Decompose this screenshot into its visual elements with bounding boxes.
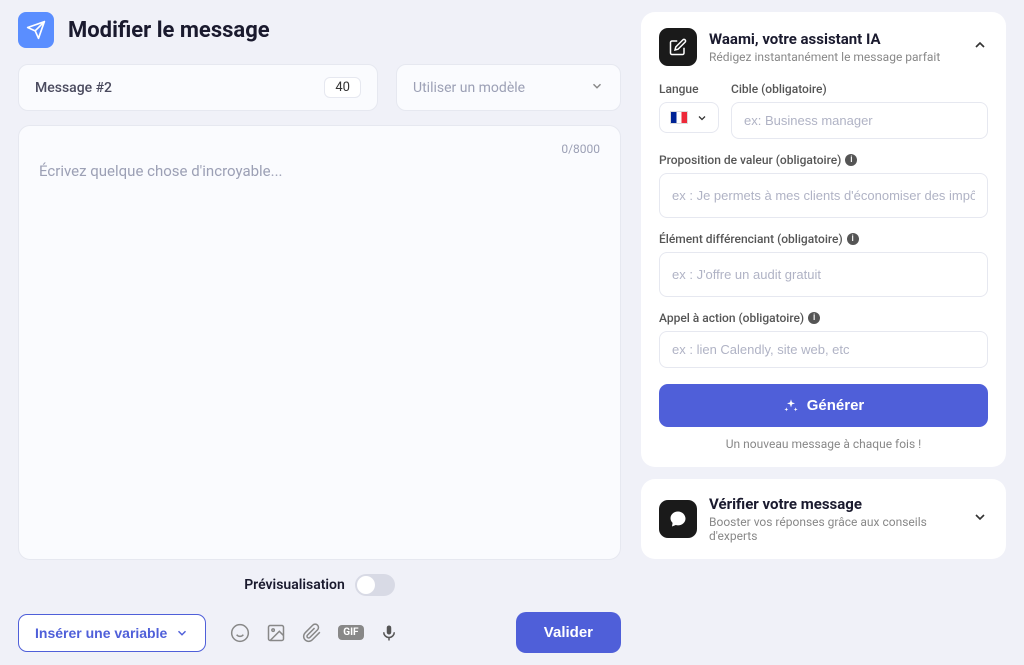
info-icon: i [808, 312, 820, 324]
info-icon: i [845, 154, 857, 166]
chevron-up-icon[interactable] [972, 37, 988, 57]
sparkle-icon [783, 398, 799, 414]
gif-icon[interactable]: GIF [338, 625, 363, 640]
template-placeholder: Utiliser un modèle [413, 80, 525, 96]
cta-label: Appel à action (obligatoire) i [659, 311, 988, 325]
emoji-icon[interactable] [230, 623, 250, 643]
diff-label: Élément différenciant (obligatoire) i [659, 232, 988, 246]
cta-input[interactable] [659, 331, 988, 368]
validate-button[interactable]: Valider [516, 612, 621, 653]
value-prop-label: Proposition de valeur (obligatoire) i [659, 153, 988, 167]
message-label: Message #2 [35, 80, 112, 96]
preview-label: Prévisualisation [244, 577, 345, 593]
template-select[interactable]: Utiliser un modèle [396, 64, 621, 111]
send-icon [18, 12, 54, 48]
verify-title: Vérifier votre message [709, 495, 960, 513]
page-title: Modifier le message [68, 18, 270, 43]
target-input[interactable] [731, 102, 988, 139]
flag-fr-icon [670, 111, 688, 124]
assistant-title: Waami, votre assistant IA [709, 30, 960, 48]
image-icon[interactable] [266, 623, 286, 643]
diff-input[interactable] [659, 252, 988, 297]
lang-label: Langue [659, 82, 719, 96]
target-label: Cible (obligatoire) [731, 82, 988, 96]
insert-variable-label: Insérer une variable [35, 625, 167, 641]
chevron-down-icon [696, 112, 708, 124]
verify-subtitle: Booster vos réponses grâce aux conseils … [709, 515, 960, 543]
assistant-subtitle: Rédigez instantanément le message parfai… [709, 50, 960, 64]
char-counter: 0/8000 [561, 142, 600, 156]
editor-placeholder: Écrivez quelque chose d'incroyable... [39, 162, 600, 180]
value-prop-input[interactable] [659, 173, 988, 218]
language-select[interactable] [659, 102, 719, 133]
message-editor[interactable]: 0/8000 Écrivez quelque chose d'incroyabl… [18, 125, 621, 560]
message-count-badge: 40 [324, 77, 361, 98]
generate-note: Un nouveau message à chaque fois ! [659, 437, 988, 451]
chevron-down-icon [590, 78, 604, 97]
microphone-icon[interactable] [380, 624, 398, 642]
preview-toggle[interactable] [355, 574, 395, 596]
generate-button[interactable]: Générer [659, 384, 988, 427]
edit-icon [659, 28, 697, 66]
chevron-down-icon [175, 626, 189, 640]
page-header: Modifier le message [18, 12, 621, 48]
message-number-box: Message #2 40 [18, 64, 378, 111]
verify-card[interactable]: Vérifier votre message Booster vos répon… [641, 479, 1006, 559]
chat-icon [659, 500, 697, 538]
insert-variable-button[interactable]: Insérer une variable [18, 614, 206, 652]
generate-label: Générer [807, 397, 865, 414]
info-icon: i [847, 233, 859, 245]
chevron-down-icon [972, 509, 988, 529]
assistant-card: Waami, votre assistant IA Rédigez instan… [641, 12, 1006, 467]
attachment-icon[interactable] [302, 623, 322, 643]
